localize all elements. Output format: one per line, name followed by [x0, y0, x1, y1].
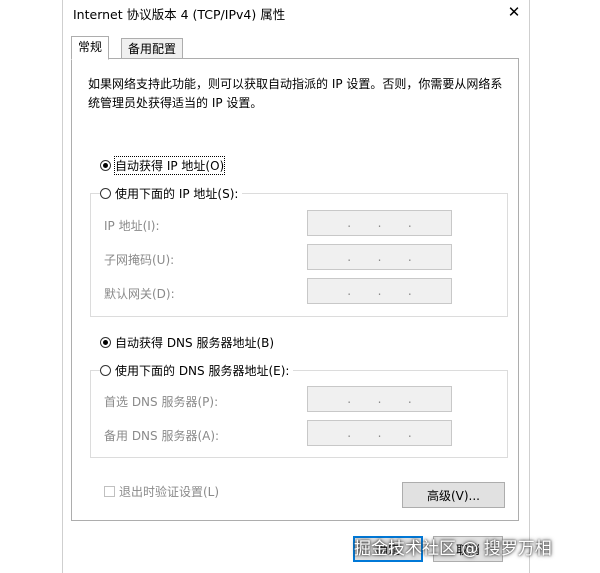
dialog-window: Internet 协议版本 4 (TCP/IPv4) 属性 ✕ 常规 备用配置 …: [62, 0, 530, 573]
advanced-button[interactable]: 高级(V)...: [402, 482, 505, 508]
ip-address-input[interactable]: ...: [307, 210, 452, 236]
preferred-dns-label: 首选 DNS 服务器(P):: [104, 395, 219, 409]
close-button[interactable]: ✕: [499, 0, 529, 24]
manual-ip-label: 使用下面的 IP 地址(S):: [115, 187, 239, 201]
radio-indicator: [100, 365, 111, 376]
manual-dns-radio[interactable]: 使用下面的 DNS 服务器地址(E):: [100, 362, 294, 379]
subnet-mask-input[interactable]: ...: [307, 244, 452, 270]
alternate-dns-label: 备用 DNS 服务器(A):: [104, 429, 220, 443]
close-icon: ✕: [507, 3, 521, 21]
tab-label: 常规: [78, 40, 103, 54]
default-gateway-input[interactable]: ...: [307, 278, 452, 304]
radio-indicator: [100, 337, 111, 348]
window-title: Internet 协议版本 4 (TCP/IPv4) 属性: [73, 7, 286, 22]
auto-ip-label: 自动获得 IP 地址(O): [113, 156, 226, 175]
manual-ip-radio[interactable]: 使用下面的 IP 地址(S):: [100, 185, 243, 202]
radio-indicator: [100, 160, 111, 171]
validate-on-exit-checkbox[interactable]: 退出时验证设置(L): [104, 483, 219, 500]
auto-ip-radio[interactable]: 自动获得 IP 地址(O): [100, 156, 229, 175]
manual-dns-label: 使用下面的 DNS 服务器地址(E):: [115, 364, 290, 378]
tab-label: 备用配置: [128, 42, 177, 56]
default-gateway-label: 默认网关(D):: [104, 287, 175, 301]
auto-dns-label: 自动获得 DNS 服务器地址(B): [115, 336, 275, 350]
title-bar[interactable]: Internet 协议版本 4 (TCP/IPv4) 属性 ✕: [63, 0, 529, 24]
preferred-dns-input[interactable]: ...: [307, 386, 452, 412]
watermark-text: 掘金技术社区 @ 搜罗万相: [354, 539, 552, 559]
general-tab-panel: 如果网络支持此功能，则可以获取自动指派的 IP 设置。否则，你需要从网络系统管理…: [71, 58, 519, 521]
description-text: 如果网络支持此功能，则可以获取自动指派的 IP 设置。否则，你需要从网络系统管理…: [88, 77, 503, 110]
advanced-button-label: 高级(V)...: [426, 488, 481, 503]
auto-dns-radio[interactable]: 自动获得 DNS 服务器地址(B): [100, 334, 279, 351]
alternate-dns-input[interactable]: ...: [307, 420, 452, 446]
tab-alternate-config[interactable]: 备用配置: [121, 38, 184, 60]
validate-on-exit-label: 退出时验证设置(L): [119, 485, 220, 499]
tab-general[interactable]: 常规: [71, 36, 110, 60]
checkbox-indicator: [104, 486, 115, 497]
ip-address-label: IP 地址(I):: [104, 219, 160, 233]
radio-indicator: [100, 188, 111, 199]
subnet-mask-label: 子网掩码(U):: [104, 253, 175, 267]
